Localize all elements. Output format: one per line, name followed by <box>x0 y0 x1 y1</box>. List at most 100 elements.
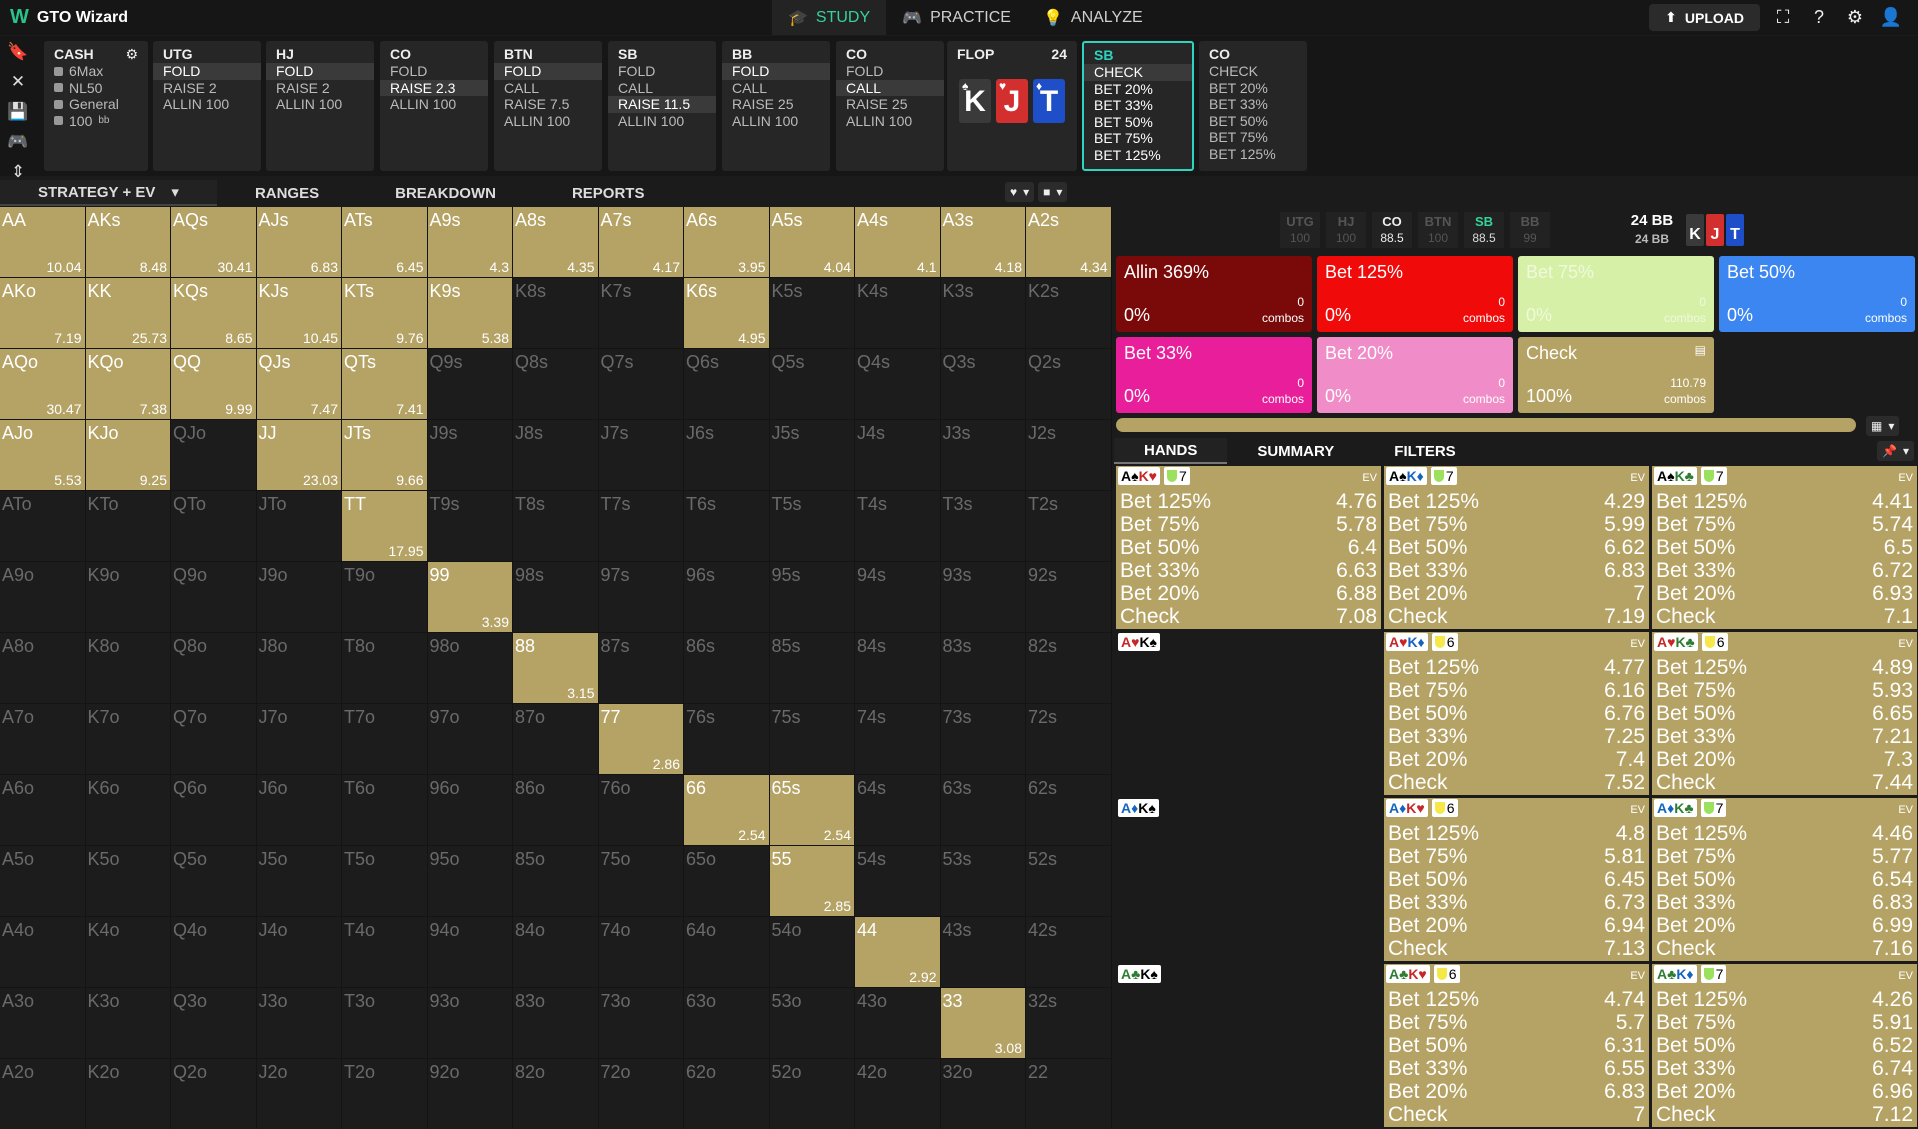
matrix-cell[interactable]: J6o <box>256 775 342 846</box>
matrix-cell[interactable]: J4o <box>256 917 342 988</box>
hand-combo-cell[interactable]: A♦K♠ <box>1116 798 1382 962</box>
matrix-cell[interactable]: JTo <box>256 491 342 562</box>
matrix-cell[interactable]: A5o <box>0 846 86 917</box>
matrix-cell[interactable]: 54o <box>769 917 855 988</box>
matrix-cell[interactable]: J4s <box>855 420 941 491</box>
nav-analyze[interactable]: 💡 ANALYZE <box>1027 0 1159 35</box>
node-option[interactable]: FOLD <box>722 63 830 80</box>
matrix-cell[interactable]: J8o <box>256 633 342 704</box>
matrix-cell[interactable]: Q8s <box>513 349 599 420</box>
matrix-cell[interactable]: 42o <box>855 1059 941 1129</box>
co-option[interactable]: BET 125% <box>1199 146 1307 163</box>
matrix-cell[interactable]: A3s 4.18 <box>940 207 1026 278</box>
matrix-cell[interactable]: 52s <box>1026 846 1112 917</box>
matrix-cell[interactable]: 54s <box>855 846 941 917</box>
matrix-cell[interactable]: T2s <box>1026 491 1112 562</box>
action-box[interactable]: Bet 75% 0% 0 combos <box>1518 256 1714 332</box>
matrix-cell[interactable]: 86o <box>513 775 599 846</box>
matrix-cell[interactable]: K6s 4.95 <box>684 278 770 349</box>
matrix-cell[interactable]: AKs 8.48 <box>85 207 171 278</box>
matrix-cell[interactable]: K2s <box>1026 278 1112 349</box>
node-option[interactable]: ALLIN 100 <box>380 96 488 113</box>
matrix-cell[interactable]: J5s <box>769 420 855 491</box>
matrix-cell[interactable]: T5s <box>769 491 855 562</box>
tab-reports[interactable]: REPORTS <box>534 180 683 206</box>
matrix-cell[interactable]: A9o <box>0 562 86 633</box>
matrix-cell[interactable]: 74o <box>598 917 684 988</box>
matrix-cell[interactable]: 85o <box>513 846 599 917</box>
gear-icon[interactable]: ⚙ <box>125 46 138 63</box>
matrix-cell[interactable]: T4s <box>855 491 941 562</box>
matrix-cell[interactable]: Q6o <box>171 775 257 846</box>
matrix-cell[interactable]: J6s <box>684 420 770 491</box>
co-option[interactable]: BET 20% <box>1199 80 1307 97</box>
matrix-cell[interactable]: ATs 6.45 <box>342 207 428 278</box>
matrix-cell[interactable]: 86s <box>684 633 770 704</box>
matrix-cell[interactable]: 63o <box>684 988 770 1059</box>
matrix-cell[interactable]: 99 3.39 <box>427 562 513 633</box>
matrix-cell[interactable]: KJs 10.45 <box>256 278 342 349</box>
matrix-cell[interactable]: ATo <box>0 491 86 562</box>
logo[interactable]: W GTO Wizard <box>0 6 300 29</box>
node-option[interactable]: RAISE 2.3 <box>380 79 488 96</box>
sb-option[interactable]: BET 20% <box>1084 81 1192 98</box>
matrix-cell[interactable]: 74s <box>855 704 941 775</box>
hand-combo-cell[interactable]: A♥K♠ <box>1116 632 1382 796</box>
matrix-cell[interactable]: AJo 5.53 <box>0 420 86 491</box>
matrix-cell[interactable]: 53o <box>769 988 855 1059</box>
matrix-cell[interactable]: 88 3.15 <box>513 633 599 704</box>
matrix-cell[interactable]: T3s <box>940 491 1026 562</box>
matrix-cell[interactable]: AJs 6.83 <box>256 207 342 278</box>
matrix-cell[interactable]: QTo <box>171 491 257 562</box>
node-option[interactable]: ALLIN 100 <box>266 96 374 113</box>
matrix-cell[interactable]: AQs 30.41 <box>171 207 257 278</box>
matrix-cell[interactable]: J9o <box>256 562 342 633</box>
matrix-cell[interactable]: 82o <box>513 1059 599 1129</box>
matrix-cell[interactable]: T8o <box>342 633 428 704</box>
matrix-cell[interactable]: KTo <box>85 491 171 562</box>
matrix-cell[interactable]: A9s 4.3 <box>427 207 513 278</box>
matrix-cell[interactable]: T4o <box>342 917 428 988</box>
action-box[interactable]: Bet 125% 0% 0 combos <box>1317 256 1513 332</box>
tab-strategy-ev[interactable]: STRATEGY + EV ▾ <box>0 180 217 206</box>
user-icon[interactable]: 👤 <box>1878 5 1904 31</box>
matrix-cell[interactable]: Q5s <box>769 349 855 420</box>
matrix-cell[interactable]: K9o <box>85 562 171 633</box>
matrix-cell[interactable]: AA 10.04 <box>0 207 86 278</box>
action-box[interactable]: Allin 369% 0% 0 combos <box>1116 256 1312 332</box>
matrix-cell[interactable]: 97s <box>598 562 684 633</box>
matrix-cell[interactable]: T6s <box>684 491 770 562</box>
matrix-cell[interactable]: J8s <box>513 420 599 491</box>
node-option[interactable]: FOLD <box>608 63 716 80</box>
matrix-cell[interactable]: A7o <box>0 704 86 775</box>
matrix-cell[interactable]: J3s <box>940 420 1026 491</box>
position-bb[interactable]: BB 99 <box>1510 212 1550 248</box>
matrix-cell[interactable]: Q9o <box>171 562 257 633</box>
matrix-cell[interactable]: TT 17.95 <box>342 491 428 562</box>
node-co-6[interactable]: CO FOLD CALL RAISE 25 ALLIN 100 <box>836 41 944 171</box>
matrix-cell[interactable]: A8s 4.35 <box>513 207 599 278</box>
matrix-cell[interactable]: A4s 4.1 <box>855 207 941 278</box>
action-box[interactable]: Bet 50% 0% 0 combos <box>1719 256 1915 332</box>
matrix-cell[interactable]: 66 2.54 <box>684 775 770 846</box>
tab-summary[interactable]: SUMMARY <box>1227 438 1364 464</box>
hand-combo-cell[interactable]: A♣K♦ 7 EV Bet 125% 4.26 Bet 75% 5.91 Bet 50% 6.5… <box>1652 964 1918 1128</box>
matrix-cell[interactable]: Q3s <box>940 349 1026 420</box>
matrix-cell[interactable]: K9s 5.38 <box>427 278 513 349</box>
tab-filters[interactable]: FILTERS <box>1364 438 1485 464</box>
node-option[interactable]: CALL <box>722 80 830 97</box>
matrix-cell[interactable]: T5o <box>342 846 428 917</box>
matrix-cell[interactable]: 22 <box>1026 1059 1112 1129</box>
matrix-cell[interactable]: 93o <box>427 988 513 1059</box>
matrix-cell[interactable]: KTs 9.76 <box>342 278 428 349</box>
matrix-cell[interactable]: QJo <box>171 420 257 491</box>
matrix-cell[interactable]: A6s 3.95 <box>684 207 770 278</box>
node-option[interactable]: ALLIN 100 <box>722 113 830 130</box>
node-option[interactable]: FOLD <box>153 63 261 80</box>
tab-breakdown[interactable]: BREAKDOWN <box>357 180 534 206</box>
matrix-cell[interactable]: JJ 23.03 <box>256 420 342 491</box>
matrix-cell[interactable]: J3o <box>256 988 342 1059</box>
hand-combo-cell[interactable]: A♦K♣ 7 EV Bet 125% 4.46 Bet 75% 5.77 Bet 50% 6.5… <box>1652 798 1918 962</box>
matrix-cell[interactable]: J2o <box>256 1059 342 1129</box>
matrix-cell[interactable]: 75o <box>598 846 684 917</box>
